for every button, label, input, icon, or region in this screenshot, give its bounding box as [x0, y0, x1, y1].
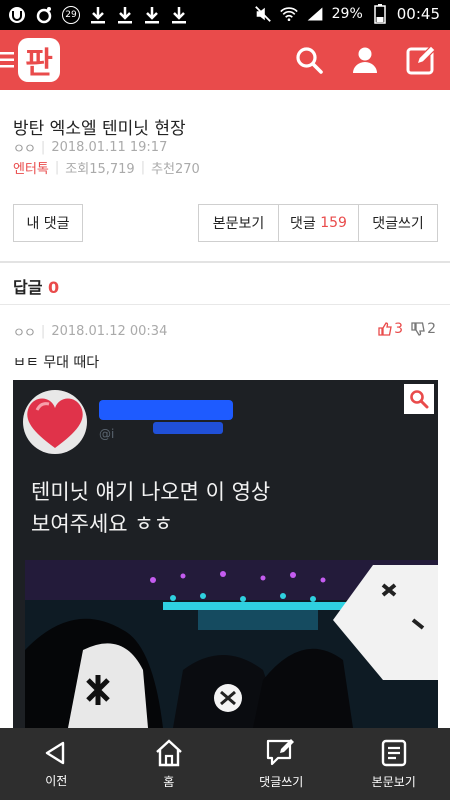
zoom-icon[interactable] [404, 384, 434, 414]
search-icon[interactable] [293, 44, 325, 76]
redaction-mark [99, 400, 233, 420]
post-recommends: 추천270 [151, 162, 200, 177]
menu-icon[interactable] [0, 50, 16, 70]
download-icon [116, 6, 134, 24]
comments-label: 댓글 [290, 216, 316, 232]
replies-count: 0 [48, 278, 60, 297]
wifi-icon [279, 5, 298, 23]
nav-prev[interactable]: 이전 [0, 728, 113, 800]
back-icon [46, 741, 65, 764]
meta-separator: | [40, 140, 46, 155]
download-icon [89, 6, 107, 24]
comment-image[interactable]: @i 텐미닛 얘기 나오면 이 영상 보여주세요 ㅎㅎ [13, 380, 438, 728]
logo-text: 판 [25, 46, 53, 81]
tweet-handle: @i [99, 427, 115, 441]
section-divider [0, 304, 450, 305]
comment-author: ㅇㅇ [13, 326, 36, 341]
my-comments-button[interactable]: 내 댓글 [13, 204, 83, 242]
download-icon [143, 6, 161, 24]
tweet-screenshot-illustration [13, 380, 438, 728]
meta-separator: | [40, 324, 46, 339]
replies-label: 답글 [13, 278, 43, 297]
bottom-nav: 이전 홈 댓글쓰기 본문보기 [0, 728, 450, 800]
nav-prev-label: 이전 [45, 773, 68, 788]
document-icon [381, 739, 406, 766]
user-icon[interactable] [349, 44, 381, 76]
status-bar: 29 29% 00:45 [0, 0, 450, 30]
app-notification-icon [8, 6, 26, 24]
tweet-line: 텐미닛 얘기 나오면 이 영상 [31, 480, 271, 504]
tweet-text: 텐미닛 얘기 나오면 이 영상 보여주세요 ㅎㅎ [31, 476, 270, 540]
battery-icon [371, 4, 389, 24]
download-icon [170, 6, 188, 24]
notification-ring-icon [35, 6, 53, 24]
comment-actions-group: 본문보기 댓글 159 댓글쓰기 [198, 204, 438, 242]
redaction-mark [153, 422, 223, 434]
mute-icon [254, 5, 272, 23]
home-icon [155, 738, 182, 766]
post-category[interactable]: 엔터톡 [13, 158, 49, 177]
app-header: 판 [0, 30, 450, 90]
nav-body-label: 본문보기 [371, 774, 416, 789]
write-comment-button[interactable]: 댓글쓰기 [359, 205, 437, 241]
write-icon[interactable] [405, 44, 437, 76]
pann-logo[interactable]: 판 [16, 36, 62, 84]
nav-view-body[interactable]: 본문보기 [338, 728, 450, 800]
battery-percent: 29% [331, 6, 363, 22]
post-title: 방탄 엑소엘 텐미닛 현장 [13, 119, 186, 139]
meta-separator: | [54, 160, 60, 175]
meta-separator: | [140, 160, 146, 175]
nav-home[interactable]: 홈 [113, 728, 226, 800]
post-meta-stats: 엔터톡 | 조회15,719 | 추천270 [13, 158, 200, 177]
downvote-button[interactable]: 2 [411, 321, 436, 337]
upvote-button[interactable]: 3 [378, 321, 403, 337]
comment-meta: ㅇㅇ | 2018.01.12 00:34 [13, 322, 167, 341]
comment-date: 2018.01.12 00:34 [51, 324, 168, 339]
clock: 00:45 [396, 5, 440, 23]
comments-count: 159 [320, 215, 347, 231]
post-views: 조회15,719 [65, 162, 135, 177]
view-body-button[interactable]: 본문보기 [199, 205, 279, 241]
thumbs-down-icon [411, 322, 425, 336]
post-date: 2018.01.11 19:17 [51, 140, 168, 155]
nav-write-comment[interactable]: 댓글쓰기 [225, 728, 338, 800]
comment-text: ㅂㅌ 무대 때다 [13, 355, 100, 371]
replies-header: 답글 0 [13, 274, 59, 298]
tweet-line: 보여주세요 ㅎㅎ [31, 512, 173, 536]
nav-write-label: 댓글쓰기 [259, 774, 304, 789]
thumbs-up-icon [378, 322, 392, 336]
nav-home-label: 홈 [163, 774, 175, 789]
signal-icon [306, 5, 324, 23]
downvote-count: 2 [427, 321, 436, 337]
comments-button[interactable]: 댓글 159 [279, 205, 359, 241]
upvote-count: 3 [394, 321, 404, 337]
section-divider [0, 261, 450, 263]
comment-write-icon [267, 738, 295, 765]
post-author: ㅇㅇ [13, 142, 36, 157]
notification-count-badge: 29 [62, 6, 80, 24]
post-meta-author: ㅇㅇ | 2018.01.11 19:17 [13, 138, 167, 157]
comment-votes: 3 2 [378, 321, 436, 337]
